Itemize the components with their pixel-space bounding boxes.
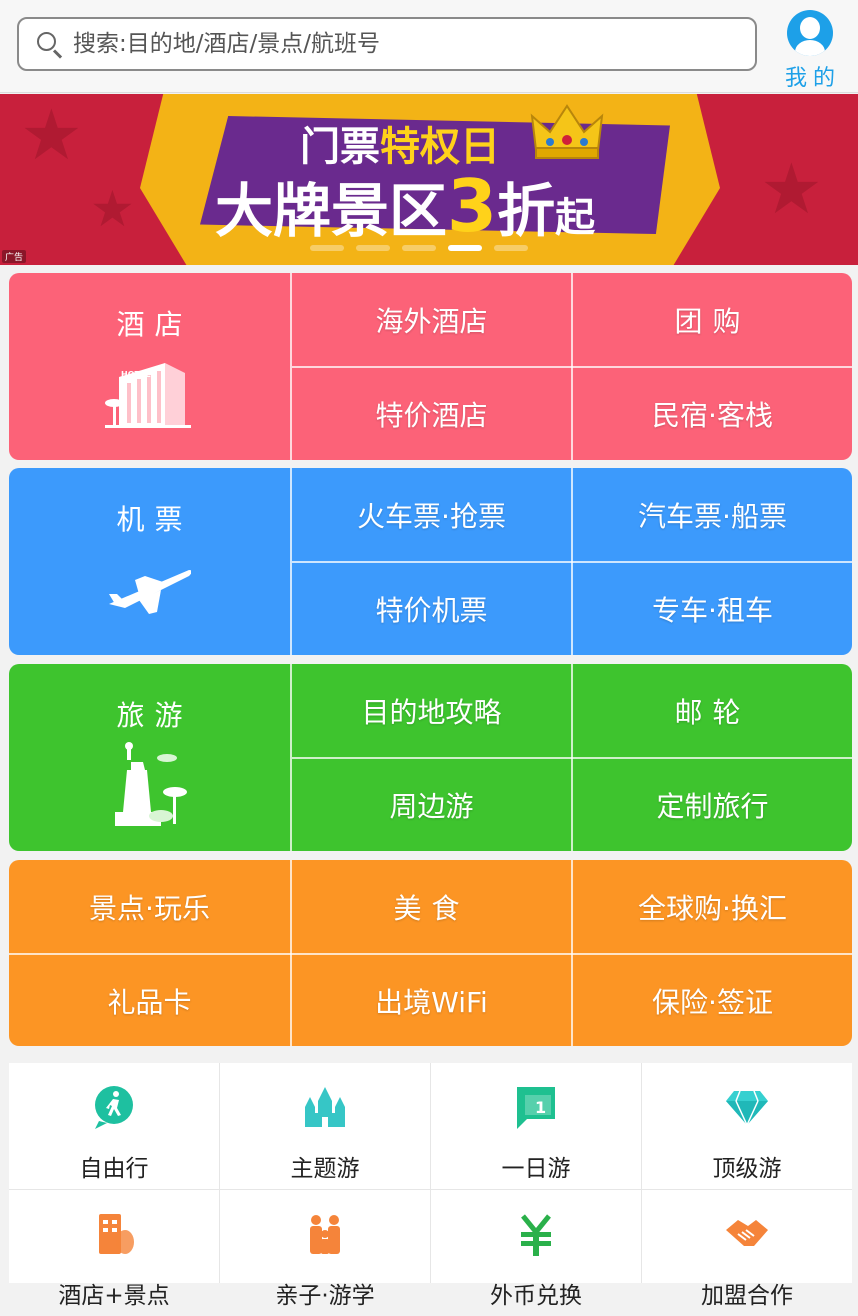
insurance-visa-button[interactable]: 保险·签证 (573, 955, 852, 1046)
profile-label: 我的 (784, 66, 841, 91)
calendar-one-icon: 1 (517, 1087, 555, 1129)
carousel-dot[interactable] (402, 245, 436, 251)
castle-icon (305, 1087, 345, 1127)
top-bar: 我的 (0, 0, 858, 93)
destination-guide-button[interactable]: 目的地攻略 (292, 664, 571, 757)
svg-text:1: 1 (535, 1098, 546, 1117)
carousel-dot[interactable] (356, 245, 390, 251)
theme-tour-tile[interactable]: 主题游 (220, 1063, 430, 1189)
banner-discount-number: 3 (447, 164, 498, 248)
banner-text: 起 (555, 195, 596, 241)
currency-exchange-tile[interactable]: 外币兑换 (431, 1190, 641, 1316)
hotel-scenic-tile[interactable]: 酒店+景点 (9, 1190, 219, 1316)
leisure-section: 景点·玩乐 美食 全球购·换汇 礼品卡 出境WiFi 保险·签证 (9, 860, 852, 1046)
user-avatar-icon (787, 10, 833, 56)
cruise-button[interactable]: 邮轮 (573, 664, 852, 757)
walker-icon (95, 1086, 133, 1129)
carousel-dots (310, 245, 528, 251)
svg-text:HOTEL: HOTEL (121, 370, 151, 379)
group-buy-button[interactable]: 团购 (573, 273, 852, 366)
travel-section: 旅游 目的地攻略 邮轮 周边游 定制旅行 (9, 664, 852, 851)
food-button[interactable]: 美食 (292, 860, 571, 953)
bus-ship-ticket-button[interactable]: 汽车票·船票 (573, 468, 852, 561)
tile-label: 主题游 (290, 1156, 360, 1182)
overseas-hotel-button[interactable]: 海外酒店 (292, 273, 571, 366)
hotel-building-icon: HOTEL (105, 363, 191, 428)
nearby-tour-button[interactable]: 周边游 (292, 759, 571, 851)
carousel-dot-active[interactable] (448, 245, 482, 251)
search-box[interactable] (17, 17, 757, 71)
car-rental-button[interactable]: 专车·租车 (573, 563, 852, 655)
banner-line2: 大牌景区3折起 (215, 164, 595, 248)
day-tour-tile[interactable]: 1 一日游 (431, 1063, 641, 1189)
tile-label: 酒店+景点 (58, 1283, 170, 1309)
carousel-dot[interactable] (310, 245, 344, 251)
banner-text: 大牌景区 (215, 177, 448, 245)
flight-main-button[interactable]: 机票 (9, 468, 290, 655)
train-ticket-button[interactable]: 火车票·抢票 (292, 468, 571, 561)
overseas-wifi-button[interactable]: 出境WiFi (292, 955, 571, 1046)
crown-icon (530, 104, 604, 159)
promo-banner[interactable]: ★ ★ ★ 门票特权日 大牌景区3折起 广告 (0, 94, 858, 265)
luxury-tour-tile[interactable]: 顶级游 (642, 1063, 852, 1189)
profile-button[interactable]: 我的 (775, 10, 845, 91)
yuan-icon (521, 1214, 551, 1256)
family-icon (310, 1215, 340, 1254)
free-travel-tile[interactable]: 自由行 (9, 1063, 219, 1189)
hotel-main-button[interactable]: 酒店 HOTEL (9, 273, 290, 460)
tile-label: 自由行 (79, 1156, 149, 1182)
tile-label: 外币兑换 (490, 1283, 582, 1309)
star-decoration: ★ (90, 180, 135, 238)
family-study-tile[interactable]: 亲子·游学 (220, 1190, 430, 1316)
special-hotel-button[interactable]: 特价酒店 (292, 368, 571, 460)
custom-trip-button[interactable]: 定制旅行 (573, 759, 852, 851)
special-flight-button[interactable]: 特价机票 (292, 563, 571, 655)
gift-card-button[interactable]: 礼品卡 (9, 955, 290, 1046)
ad-tag: 广告 (2, 250, 27, 263)
travel-main-button[interactable]: 旅游 (9, 664, 290, 851)
tile-label: 亲子·游学 (275, 1283, 375, 1309)
flight-title: 机票 (116, 503, 193, 536)
global-shopping-button[interactable]: 全球购·换汇 (573, 860, 852, 953)
banner-text: 折 (497, 177, 556, 245)
hotel-section: 酒店 HOTEL 海外酒店 团购 特价酒店 民宿·客栈 (9, 273, 852, 460)
handshake-icon (726, 1220, 768, 1246)
statue-of-liberty-icon (115, 742, 187, 826)
travel-title: 旅游 (116, 699, 193, 732)
hotel-scenic-icon (99, 1214, 134, 1254)
shortcut-panel: 自由行 主题游 1 一日游 顶级游 酒店+景点 亲子·游学 外币兑换 加盟合作 (9, 1063, 852, 1309)
star-decoration: ★ (760, 148, 823, 230)
tile-label: 一日游 (501, 1156, 571, 1182)
hotel-title: 酒店 (116, 308, 193, 341)
franchise-tile[interactable]: 加盟合作 (642, 1190, 852, 1316)
carousel-dot[interactable] (494, 245, 528, 251)
guesthouse-button[interactable]: 民宿·客栈 (573, 368, 852, 460)
star-decoration: ★ (20, 94, 83, 176)
diamond-icon (726, 1090, 768, 1126)
search-input[interactable] (73, 31, 713, 57)
flight-section: 机票 火车票·抢票 汽车票·船票 特价机票 专车·租车 (9, 468, 852, 655)
tile-label: 加盟合作 (701, 1283, 793, 1309)
attractions-button[interactable]: 景点·玩乐 (9, 860, 290, 953)
airplane-icon (109, 570, 191, 614)
search-icon (35, 30, 63, 59)
tile-label: 顶级游 (712, 1156, 782, 1182)
